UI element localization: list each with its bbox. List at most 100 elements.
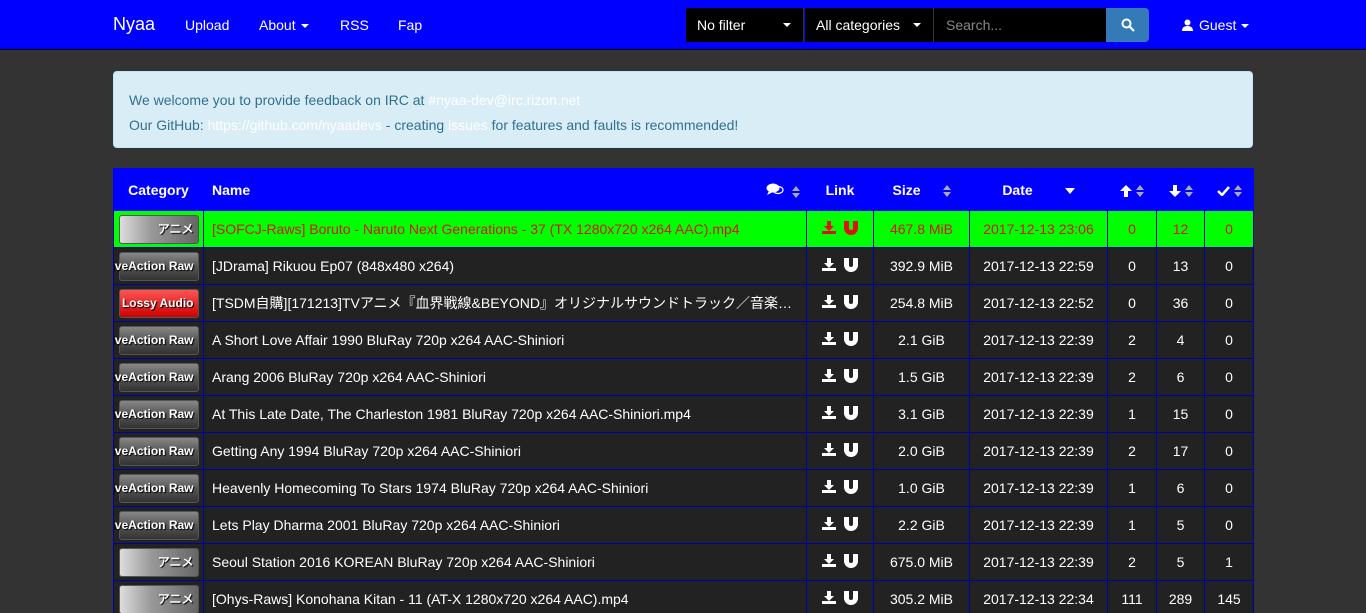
magnet-link[interactable]	[844, 368, 858, 386]
category-badge[interactable]: LiveAction Raw	[115, 251, 199, 281]
leechers-cell: 17	[1156, 432, 1205, 470]
filter-select-value: No filter	[697, 17, 746, 33]
category-badge[interactable]: LiveAction Raw	[115, 436, 199, 466]
torrent-name[interactable]: At This Late Date, The Charleston 1981 B…	[203, 395, 807, 433]
seeders-cell: 2	[1107, 321, 1157, 359]
category-badge[interactable]: Lossy Audio	[118, 288, 199, 318]
leechers-cell: 15	[1156, 395, 1205, 433]
download-link[interactable]	[822, 258, 836, 274]
category-badge[interactable]: LiveAction Raw	[115, 362, 199, 392]
download-link[interactable]	[822, 221, 836, 237]
seeders-cell: 2	[1107, 358, 1157, 396]
issues-link[interactable]: issues	[448, 117, 488, 133]
magnet-link[interactable]	[844, 331, 858, 349]
nav-fap[interactable]: Fap	[398, 17, 422, 33]
alert-github-text: Our GitHub:	[129, 117, 208, 133]
header-size[interactable]: Size	[873, 168, 970, 211]
header-category[interactable]: Category	[113, 168, 204, 211]
user-menu[interactable]: Guest	[1182, 17, 1250, 33]
link-cell	[806, 580, 874, 613]
category-badge[interactable]: LiveAction Raw	[115, 325, 199, 355]
torrent-name[interactable]: Lets Play Dharma 2001 BluRay 720p x264 A…	[203, 506, 807, 544]
torrent-name[interactable]: [TSDM自購][171213]TVアニメ『血界戦線&BEYOND』オリジナルサ…	[203, 284, 807, 322]
magnet-link[interactable]	[844, 405, 858, 423]
category-select[interactable]: All categories	[805, 8, 934, 42]
table-row: LiveAction RawA Short Love Affair 1990 B…	[113, 321, 1254, 359]
alert-line-2: Our GitHub: https://github.com/nyaadevs …	[129, 113, 1237, 138]
leechers-cell: 36	[1156, 284, 1205, 322]
magnet-link[interactable]	[844, 553, 858, 571]
download-link[interactable]	[822, 517, 836, 533]
header-seeders[interactable]	[1107, 168, 1157, 211]
header-leechers[interactable]	[1156, 168, 1205, 211]
download-link[interactable]	[822, 406, 836, 422]
download-link[interactable]	[822, 443, 836, 459]
category-badge[interactable]: アニメ	[118, 214, 199, 244]
sort-icon	[1233, 184, 1242, 197]
category-badge[interactable]: アニメ	[118, 547, 199, 577]
magnet-link[interactable]	[844, 590, 858, 608]
torrent-name[interactable]: Arang 2006 BluRay 720p x264 AAC-Shiniori	[203, 358, 807, 396]
link-cell	[806, 321, 874, 359]
header-completed[interactable]	[1204, 168, 1254, 211]
comments-sort[interactable]	[766, 182, 800, 199]
completed-cell: 0	[1204, 395, 1254, 433]
magnet-link[interactable]	[844, 479, 858, 497]
torrent-name[interactable]: Heavenly Homecoming To Stars 1974 BluRay…	[203, 469, 807, 507]
magnet-link[interactable]	[844, 220, 858, 238]
torrent-name[interactable]: [SOFCJ-Raws] Boruto - Naruto Next Genera…	[203, 210, 807, 248]
download-link[interactable]	[822, 295, 836, 311]
category-cell: LiveAction Raw	[113, 506, 204, 544]
completed-cell: 0	[1204, 210, 1254, 248]
sort-icon	[942, 184, 951, 197]
search-input[interactable]	[934, 8, 1106, 42]
search-icon	[1121, 18, 1135, 32]
download-icon	[822, 295, 836, 308]
link-cell	[806, 506, 874, 544]
magnet-link[interactable]	[844, 516, 858, 534]
table-row: LiveAction RawAt This Late Date, The Cha…	[113, 395, 1254, 433]
category-cell: アニメ	[113, 210, 204, 248]
download-link[interactable]	[822, 332, 836, 348]
arrow-down-icon	[1168, 184, 1181, 197]
torrent-table: Category Name Link Size Date アニメ [SOFCJ-R…	[113, 168, 1254, 613]
download-link[interactable]	[822, 591, 836, 607]
magnet-icon	[844, 479, 858, 494]
header-date[interactable]: Date	[969, 168, 1108, 211]
category-badge[interactable]: LiveAction Raw	[115, 399, 199, 429]
link-cell	[806, 284, 874, 322]
category-badge[interactable]: LiveAction Raw	[115, 510, 199, 540]
torrent-name[interactable]: [JDrama] Rikuou Ep07 (848x480 x264)	[203, 247, 807, 285]
torrent-name[interactable]: Getting Any 1994 BluRay 720p x264 AAC-Sh…	[203, 432, 807, 470]
torrent-name[interactable]: Seoul Station 2016 KOREAN BluRay 720p x2…	[203, 543, 807, 581]
download-link[interactable]	[822, 369, 836, 385]
magnet-link[interactable]	[844, 442, 858, 460]
caret-down-icon	[913, 23, 921, 27]
github-link[interactable]: https://github.com/nyaadevs	[208, 117, 382, 133]
seeders-cell: 0	[1107, 210, 1157, 248]
nav-about[interactable]: About	[259, 17, 309, 33]
nav-upload[interactable]: Upload	[185, 17, 229, 33]
date-cell: 2017-12-13 22:52	[969, 284, 1108, 322]
category-badge[interactable]: アニメ	[118, 584, 199, 613]
table-row: アニメ Seoul Station 2016 KOREAN BluRay 720p…	[113, 543, 1254, 581]
download-link[interactable]	[822, 554, 836, 570]
date-cell: 2017-12-13 22:39	[969, 469, 1108, 507]
header-name[interactable]: Name	[203, 168, 807, 211]
download-icon	[822, 369, 836, 382]
filter-select[interactable]: No filter	[686, 8, 804, 42]
seeders-cell: 111	[1107, 580, 1157, 613]
torrent-name[interactable]: A Short Love Affair 1990 BluRay 720p x26…	[203, 321, 807, 359]
category-badge[interactable]: LiveAction Raw	[115, 473, 199, 503]
nav-rss[interactable]: RSS	[340, 17, 369, 33]
search-button[interactable]	[1106, 8, 1149, 42]
irc-link[interactable]: #nyaa-dev@irc.rizon.net	[428, 92, 580, 108]
feedback-alert: We welcome you to provide feedback on IR…	[113, 71, 1253, 148]
torrent-name[interactable]: [Ohys-Raws] Konohana Kitan - 11 (AT-X 12…	[203, 580, 807, 613]
magnet-link[interactable]	[844, 294, 858, 312]
category-cell: LiveAction Raw	[113, 321, 204, 359]
download-link[interactable]	[822, 480, 836, 496]
brand-logo[interactable]: Nyaa	[113, 14, 155, 35]
check-icon	[1216, 186, 1230, 198]
magnet-link[interactable]	[844, 257, 858, 275]
